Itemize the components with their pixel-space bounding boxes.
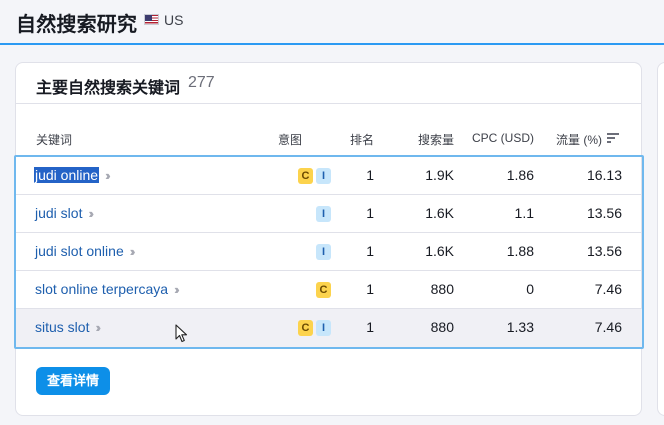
keyword-text[interactable]: situs slot xyxy=(35,319,89,335)
position-cell: 1 xyxy=(366,281,374,297)
cpc-cell: 0 xyxy=(526,281,534,297)
commercial-intent-badge: C xyxy=(316,282,331,298)
column-header-traffic[interactable]: 流量 (%) xyxy=(556,131,602,148)
volume-cell: 880 xyxy=(430,281,454,297)
position-cell: 1 xyxy=(366,205,374,221)
table-row[interactable]: situs slot ›› I C 1 880 1.33 7.46 xyxy=(16,309,642,347)
keyword-link[interactable]: situs slot ›› xyxy=(35,319,101,335)
column-header-volume[interactable]: 搜索量 xyxy=(418,131,454,148)
page-header: 自然搜索研究 US xyxy=(0,0,664,45)
informational-intent-badge: I xyxy=(316,320,331,336)
column-header-position[interactable]: 排名 xyxy=(350,131,374,148)
informational-intent-badge: I xyxy=(316,168,331,184)
informational-intent-badge: I xyxy=(316,206,331,222)
table-row[interactable]: judi slot online ›› I 1 1.6K 1.88 13.56 xyxy=(16,233,642,271)
sort-icon[interactable] xyxy=(607,133,619,143)
keyword-link[interactable]: judi slot online ›› xyxy=(35,243,135,259)
keywords-table: judi online ›› I C 1 1.9K 1.86 16.13 judi slot ››… xyxy=(14,155,644,349)
traffic-cell: 16.13 xyxy=(586,167,622,183)
keyword-text[interactable]: judi slot online xyxy=(35,243,124,259)
traffic-cell: 13.56 xyxy=(586,243,622,259)
volume-cell: 1.9K xyxy=(425,167,454,183)
keyword-link[interactable]: slot online terpercaya ›› xyxy=(35,281,179,297)
volume-cell: 1.6K xyxy=(425,205,454,221)
table-row[interactable]: judi online ›› I C 1 1.9K 1.86 16.13 xyxy=(16,157,642,195)
cpc-cell: 1.88 xyxy=(506,243,534,259)
traffic-cell: 13.56 xyxy=(586,205,622,221)
position-cell: 1 xyxy=(366,319,374,335)
volume-cell: 1.6K xyxy=(425,243,454,259)
database-label[interactable]: US xyxy=(164,12,183,28)
keyword-overview-icon[interactable]: ›› xyxy=(174,282,179,297)
keyword-text[interactable]: slot online terpercaya xyxy=(35,281,168,297)
traffic-cell: 7.46 xyxy=(594,281,622,297)
card-divider xyxy=(16,103,641,104)
commercial-intent-badge: C xyxy=(298,168,313,184)
column-header-intent: 意图 xyxy=(278,133,303,147)
cpc-cell: 1.33 xyxy=(506,319,534,335)
keyword-text[interactable]: judi online xyxy=(34,167,100,183)
card-title: 主要自然搜索关键词 xyxy=(36,80,181,97)
keyword-overview-icon[interactable]: ›› xyxy=(95,320,100,335)
page-title: 自然搜索研究 xyxy=(16,14,138,36)
keyword-overview-icon[interactable]: ›› xyxy=(88,206,93,221)
us-flag-icon xyxy=(144,14,159,25)
cpc-cell: 1.86 xyxy=(506,167,534,183)
informational-intent-badge: I xyxy=(316,244,331,260)
keyword-text[interactable]: judi slot xyxy=(35,205,82,221)
top-keywords-card: 主要自然搜索关键词 277 关键词 意图 排名 搜索量 CPC (USD) 流量… xyxy=(14,62,644,416)
table-row[interactable]: judi slot ›› I 1 1.6K 1.1 13.56 xyxy=(16,195,642,233)
commercial-intent-badge: C xyxy=(298,320,313,336)
position-cell: 1 xyxy=(366,243,374,259)
column-header-cpc[interactable]: CPC (USD) xyxy=(472,131,534,145)
keyword-count: 277 xyxy=(188,74,215,91)
column-header-keyword: 关键词 xyxy=(36,133,73,147)
volume-cell: 880 xyxy=(430,319,454,335)
cpc-cell: 1.1 xyxy=(514,205,534,221)
position-cell: 1 xyxy=(366,167,374,183)
keyword-link[interactable]: judi online ›› xyxy=(34,167,110,183)
table-row[interactable]: slot online terpercaya ›› C 1 880 0 7.46 xyxy=(16,271,642,309)
keyword-overview-icon[interactable]: ›› xyxy=(130,244,135,259)
traffic-cell: 7.46 xyxy=(594,319,622,335)
side-card xyxy=(657,62,664,416)
mouse-cursor-icon xyxy=(175,324,188,343)
keyword-overview-icon[interactable]: ›› xyxy=(105,168,110,183)
view-details-button[interactable]: 查看详情 xyxy=(36,367,110,395)
keyword-link[interactable]: judi slot ›› xyxy=(35,205,94,221)
